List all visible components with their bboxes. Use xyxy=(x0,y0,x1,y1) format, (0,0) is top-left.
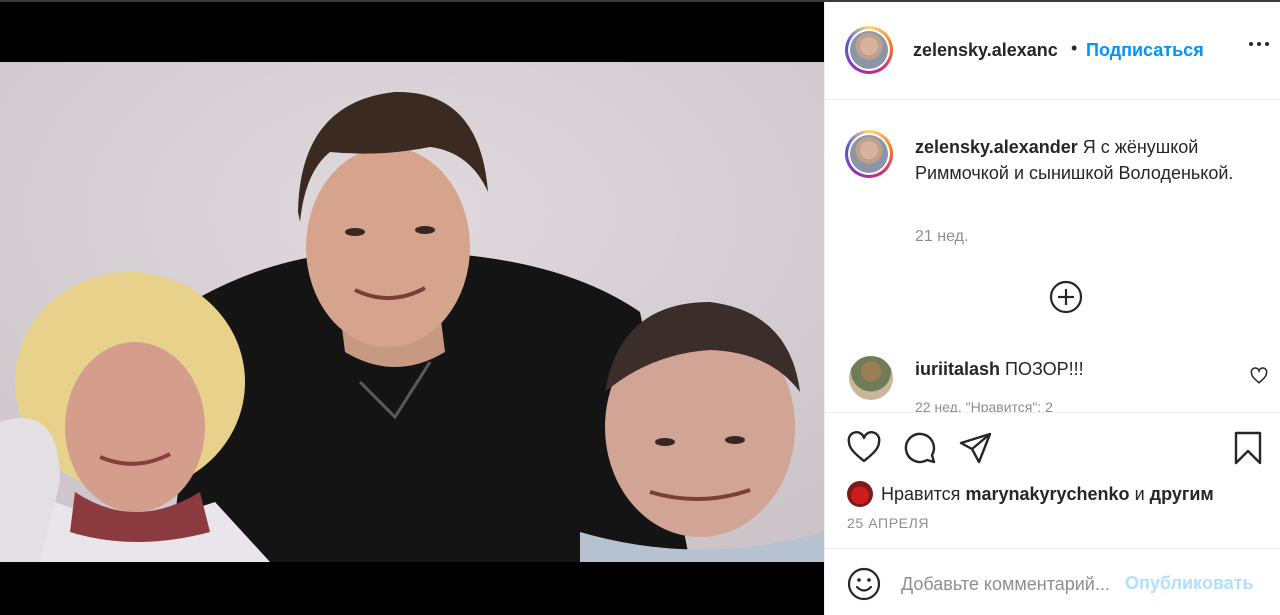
comment-username[interactable]: iuriitalash xyxy=(915,359,1000,379)
caption-author-avatar[interactable] xyxy=(845,130,893,178)
caption-timestamp[interactable]: 21 нед. xyxy=(915,228,968,246)
likes-others-link[interactable]: другим xyxy=(1150,484,1214,505)
plus-circle-icon[interactable] xyxy=(1049,280,1083,314)
header-username[interactable]: zelensky.alexanс xyxy=(913,40,1067,61)
caption-username[interactable]: zelensky.alexander xyxy=(915,137,1078,157)
post-side-panel: zelensky.alexanс • Подписаться zelensky.… xyxy=(824,2,1280,615)
post-date[interactable]: 25 АПРЕЛЯ xyxy=(847,515,929,531)
follow-button[interactable]: Подписаться xyxy=(1086,40,1204,61)
likes-prefix: Нравится xyxy=(881,483,961,504)
liker-username[interactable]: marynakyrychenko xyxy=(965,484,1129,505)
paper-plane-icon[interactable] xyxy=(959,431,993,465)
post-caption: zelensky.alexander Я с жёнушкой Риммочко… xyxy=(915,134,1255,186)
post-actions: Нравится marynakyrychenko и другим 25 АП… xyxy=(825,412,1280,548)
heart-icon[interactable] xyxy=(1250,367,1268,385)
liker-avatar[interactable] xyxy=(847,481,873,507)
photo-illustration xyxy=(0,62,824,562)
post-header: zelensky.alexanс • Подписаться xyxy=(825,2,1280,100)
commenter-avatar[interactable] xyxy=(849,356,893,400)
heart-icon[interactable] xyxy=(847,431,881,465)
comments-section[interactable]: zelensky.alexander Я с жёнушкой Риммочко… xyxy=(825,100,1280,412)
post-media[interactable] xyxy=(0,2,824,615)
smiley-icon[interactable] xyxy=(847,567,881,601)
likes-connector: и xyxy=(1134,483,1145,504)
more-dots-icon[interactable] xyxy=(1249,42,1271,48)
comment-body: ПОЗОР!!! xyxy=(1005,359,1084,379)
comment: iuriitalash ПОЗОР!!! xyxy=(915,359,1084,380)
comment-bubble-icon[interactable] xyxy=(903,431,937,465)
likes-summary: Нравится marynakyrychenko и другим xyxy=(847,481,1214,507)
bookmark-icon[interactable] xyxy=(1231,431,1265,465)
comment-meta: 22 нед. "Нравится": 2 xyxy=(915,399,1053,412)
separator-dot: • xyxy=(1071,38,1078,58)
publish-button[interactable]: Опубликовать xyxy=(1125,573,1254,594)
author-avatar[interactable] xyxy=(845,26,893,74)
post-photo[interactable] xyxy=(0,62,824,562)
comment-composer: Опубликовать xyxy=(825,548,1280,615)
